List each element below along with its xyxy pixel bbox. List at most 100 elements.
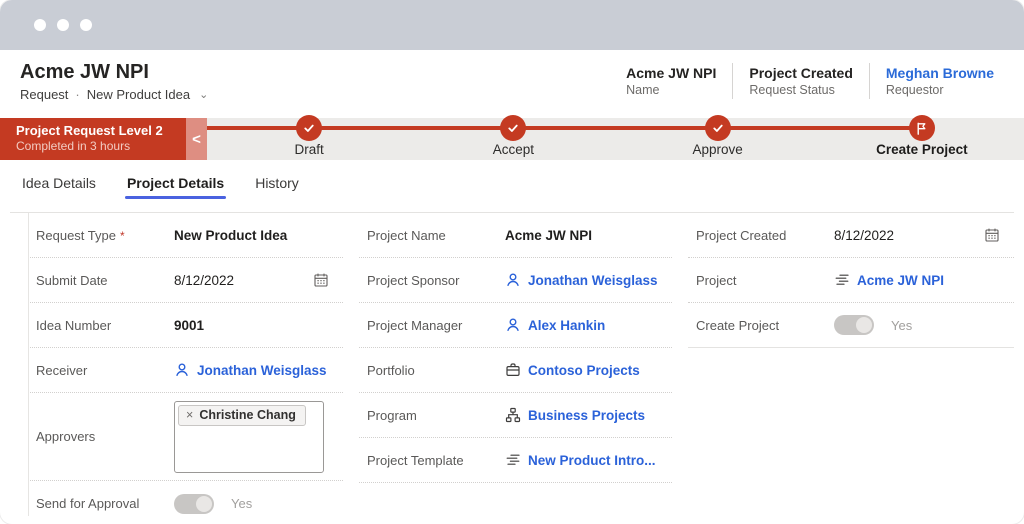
- field-idea-number: Idea Number 9001: [28, 303, 343, 348]
- field-receiver: Receiver Jonathan Weisglass: [28, 348, 343, 393]
- form-selector[interactable]: New Product Idea: [87, 87, 190, 102]
- process-name: Project Request Level 2: [16, 123, 186, 138]
- approver-name: Christine Chang: [199, 408, 296, 422]
- stage-accept[interactable]: Accept: [411, 118, 615, 160]
- field-label: Project: [696, 273, 834, 288]
- field-send-for-approval: Send for Approval Yes: [28, 481, 343, 524]
- idea-number-value[interactable]: 9001: [174, 318, 329, 333]
- record-header: Acme JW NPI Request · New Product Idea ⌄…: [0, 50, 1024, 112]
- project-sponsor-lookup-link[interactable]: Jonathan Weisglass: [528, 273, 658, 288]
- project-created-value[interactable]: 8/12/2022: [834, 228, 894, 243]
- org-chart-icon: [505, 407, 521, 423]
- person-icon: [505, 272, 521, 288]
- portfolio-lookup-link[interactable]: Contoso Projects: [528, 363, 640, 378]
- field-label: Receiver: [36, 363, 174, 378]
- send-for-approval-toggle[interactable]: [174, 494, 214, 514]
- person-icon: [505, 317, 521, 333]
- project-template-lookup-link[interactable]: New Product Intro...: [528, 453, 656, 468]
- summary-field-name: Acme JW NPI Name: [610, 63, 732, 99]
- stage-active-flag-icon: [909, 115, 935, 141]
- summary-value: Acme JW NPI: [626, 65, 716, 81]
- submit-date-value[interactable]: 8/12/2022: [174, 273, 234, 288]
- requestor-link[interactable]: Meghan Browne: [886, 65, 994, 81]
- tab-idea-details[interactable]: Idea Details: [20, 171, 98, 201]
- tab-project-details[interactable]: Project Details: [125, 171, 226, 201]
- window-dot-icon: [80, 19, 92, 31]
- field-label: Send for Approval: [36, 496, 174, 511]
- summary-label: Name: [626, 83, 716, 97]
- window-dot-icon: [34, 19, 46, 31]
- subtitle-separator: ·: [75, 87, 79, 102]
- field-label: Request Type*: [36, 228, 174, 243]
- stage-complete-check-icon: [705, 115, 731, 141]
- request-type-value[interactable]: New Product Idea: [174, 228, 329, 243]
- summary-label: Request Status: [749, 83, 852, 97]
- stage-complete-check-icon: [296, 115, 322, 141]
- field-project-manager: Project Manager Alex Hankin: [359, 303, 672, 348]
- field-approvers: Approvers × Christine Chang: [28, 393, 343, 481]
- form-tabs: Idea Details Project Details History: [0, 160, 1024, 212]
- record-type-label: Request: [20, 87, 68, 102]
- stage-approve[interactable]: Approve: [616, 118, 820, 160]
- chevron-left-icon: <: [192, 131, 201, 148]
- form-column-2: Project Name Acme JW NPI Project Sponsor…: [359, 213, 672, 524]
- stage-label: Draft: [294, 142, 323, 157]
- toggle-state-label: Yes: [891, 318, 912, 333]
- field-label: Project Manager: [367, 318, 505, 333]
- summary-value: Project Created: [749, 65, 852, 81]
- person-icon: [174, 362, 190, 378]
- remove-tag-icon[interactable]: ×: [186, 408, 193, 422]
- business-process-flow: Project Request Level 2 Completed in 3 h…: [0, 118, 1024, 160]
- project-lines-icon: [505, 452, 521, 468]
- stage-draft[interactable]: Draft: [207, 118, 411, 160]
- record-title-block: Acme JW NPI Request · New Product Idea ⌄: [20, 61, 208, 102]
- toggle-state-label: Yes: [231, 496, 252, 511]
- process-status: Completed in 3 hours: [16, 139, 186, 153]
- receiver-lookup-link[interactable]: Jonathan Weisglass: [197, 363, 327, 378]
- field-label: Idea Number: [36, 318, 174, 333]
- field-portfolio: Portfolio Contoso Projects: [359, 348, 672, 393]
- approver-tag: × Christine Chang: [178, 405, 306, 426]
- stage-label: Accept: [493, 142, 534, 157]
- stage-label: Create Project: [876, 142, 968, 157]
- calendar-icon[interactable]: [984, 227, 1000, 243]
- summary-label: Requestor: [886, 83, 994, 97]
- field-create-project: Create Project Yes: [688, 303, 1014, 348]
- field-label: Approvers: [36, 429, 174, 444]
- field-project-sponsor: Project Sponsor Jonathan Weisglass: [359, 258, 672, 303]
- summary-field-request-status: Project Created Request Status: [732, 63, 868, 99]
- field-label: Project Name: [367, 228, 505, 243]
- field-label: Portfolio: [367, 363, 505, 378]
- summary-field-requestor: Meghan Browne Requestor: [869, 63, 1010, 99]
- form-section: Request Type* New Product Idea Submit Da…: [10, 212, 1014, 524]
- field-project-template: Project Template New Product Intro...: [359, 438, 672, 483]
- form-column-1: Request Type* New Product Idea Submit Da…: [28, 213, 343, 524]
- field-label: Program: [367, 408, 505, 423]
- stage-label: Approve: [692, 142, 742, 157]
- process-track: Draft Accept Approve: [207, 118, 1024, 160]
- program-lookup-link[interactable]: Business Projects: [528, 408, 645, 423]
- calendar-icon[interactable]: [313, 272, 329, 288]
- field-label: Create Project: [696, 318, 834, 333]
- project-manager-lookup-link[interactable]: Alex Hankin: [528, 318, 605, 333]
- process-collapse-button[interactable]: <: [186, 118, 207, 160]
- field-label: Project Sponsor: [367, 273, 505, 288]
- briefcase-icon: [505, 362, 521, 378]
- project-lookup-link[interactable]: Acme JW NPI: [857, 273, 944, 288]
- create-project-toggle[interactable]: [834, 315, 874, 335]
- tab-history[interactable]: History: [253, 171, 301, 201]
- approvers-input[interactable]: × Christine Chang: [174, 401, 324, 473]
- field-label: Project Created: [696, 228, 834, 243]
- chevron-down-icon[interactable]: ⌄: [199, 88, 208, 101]
- toggle-knob: [856, 317, 872, 333]
- page-title: Acme JW NPI: [20, 61, 208, 84]
- field-label: Submit Date: [36, 273, 174, 288]
- field-submit-date: Submit Date 8/12/2022: [28, 258, 343, 303]
- record-subtitle: Request · New Product Idea ⌄: [20, 87, 208, 102]
- stage-create-project[interactable]: Create Project: [820, 118, 1024, 160]
- header-summary: Acme JW NPI Name Project Created Request…: [610, 63, 1010, 99]
- project-name-value[interactable]: Acme JW NPI: [505, 228, 658, 243]
- field-project-name: Project Name Acme JW NPI: [359, 213, 672, 258]
- field-program: Program Business Projects: [359, 393, 672, 438]
- stage-complete-check-icon: [500, 115, 526, 141]
